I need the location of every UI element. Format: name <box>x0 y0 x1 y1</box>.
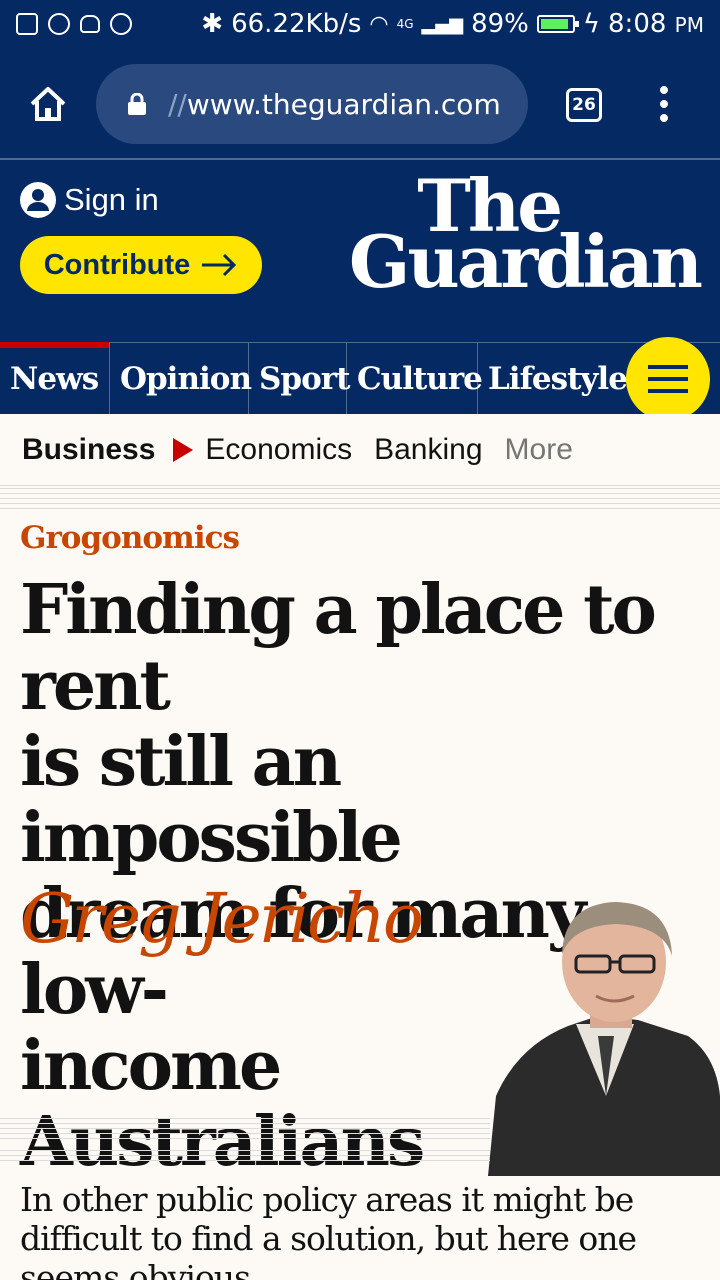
lock-icon <box>128 93 146 115</box>
pillar-lifestyle[interactable]: Lifestyle <box>478 343 628 415</box>
guardian-logo[interactable]: The Guardian <box>348 170 703 304</box>
url-text: www.theguardian.com <box>186 87 501 121</box>
article-byline[interactable]: Greg Jericho <box>20 880 424 959</box>
overflow-menu-icon[interactable] <box>650 84 678 124</box>
home-icon[interactable] <box>28 84 68 124</box>
signal-icon: ▂▄▆ <box>421 13 464 35</box>
browser-toolbar: // www.theguardian.com 26 <box>0 48 720 160</box>
clock: 8:08 PM <box>608 9 704 39</box>
author-photo <box>488 902 720 1176</box>
sub-nav: Business Economics Banking More <box>0 414 720 486</box>
pillar-news[interactable]: News <box>0 342 110 415</box>
gallery-notification-icon <box>16 13 38 35</box>
subnav-item-economics[interactable]: Economics <box>205 433 352 467</box>
sync-notification-icon <box>48 13 70 35</box>
divider <box>0 1150 490 1164</box>
pillar-opinion[interactable]: Opinion <box>110 343 252 415</box>
series-kicker[interactable]: Grogonomics <box>20 520 240 556</box>
account-icon <box>20 182 56 218</box>
sign-in-label: Sign in <box>64 182 159 217</box>
divider <box>0 488 720 510</box>
wifi-icon: ◠ <box>369 11 389 37</box>
battery-icon <box>536 15 579 33</box>
subnav-section[interactable]: Business <box>22 433 155 467</box>
status-bar: ✱ 66.22Kb/s ◠ 4G ▂▄▆ 89% ϟ 8:08 PM <box>0 0 720 48</box>
sign-in-link[interactable]: Sign in <box>20 182 159 218</box>
pillar-sport[interactable]: Sport <box>249 343 350 415</box>
messenger-notification-icon <box>110 13 132 35</box>
divider <box>0 1118 490 1140</box>
subnav-item-banking[interactable]: Banking <box>374 433 482 467</box>
subnav-more[interactable]: More <box>505 433 573 467</box>
network-speed: 66.22Kb/s <box>231 9 362 39</box>
charging-icon: ϟ <box>582 9 601 39</box>
contribute-label: Contribute <box>43 248 191 281</box>
url-prefix: // <box>168 87 187 121</box>
menu-icon[interactable] <box>626 337 710 421</box>
article-standfirst: In other public policy areas it might be… <box>20 1180 637 1280</box>
triangle-right-icon <box>173 437 194 462</box>
pillar-culture[interactable]: Culture <box>347 343 483 415</box>
tab-switcher-button[interactable]: 26 <box>566 88 602 122</box>
pillar-nav: News Opinion Sport Culture Lifestyle <box>0 337 720 421</box>
site-header: Sign in Contribute The Guardian <box>0 160 720 342</box>
bluetooth-icon: ✱ <box>201 9 224 39</box>
arrow-right-icon <box>202 253 237 277</box>
network-type: 4G <box>396 17 414 31</box>
android-notification-icon <box>80 15 100 33</box>
battery-percent: 89% <box>471 9 529 39</box>
contribute-button[interactable]: Contribute <box>20 236 262 294</box>
logo-line-2: Guardian <box>348 219 703 304</box>
address-bar[interactable]: // www.theguardian.com <box>96 64 528 144</box>
